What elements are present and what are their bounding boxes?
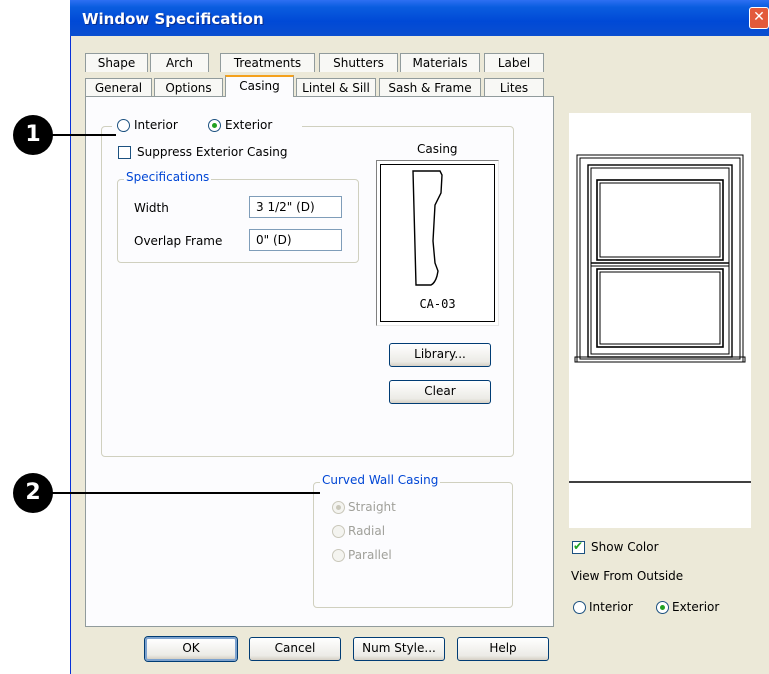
exterior-label: Exterior: [225, 118, 273, 132]
cancel-button[interactable]: Cancel: [249, 637, 341, 661]
view-exterior-radio[interactable]: [656, 601, 669, 614]
overlap-frame-label: Overlap Frame: [134, 234, 223, 248]
interior-radio[interactable]: [117, 119, 130, 132]
num-style-button[interactable]: Num Style...: [353, 637, 445, 661]
curved-wall-casing-legend: Curved Wall Casing: [320, 473, 441, 487]
casing-preview-title: Casing: [417, 142, 458, 156]
tab-sash-frame[interactable]: Sash & Frame: [379, 78, 481, 97]
interior-label: Interior: [134, 118, 178, 132]
callout-1-leader: [52, 134, 116, 136]
tab-label[interactable]: Label: [484, 53, 544, 72]
suppress-casing-label: Suppress Exterior Casing: [137, 145, 288, 159]
parallel-radio[interactable]: [332, 549, 345, 562]
casing-profile-name: CA-03: [419, 297, 456, 311]
radial-radio[interactable]: [332, 525, 345, 538]
tab-materials[interactable]: Materials: [400, 53, 480, 72]
view-from-outside-label: View From Outside: [571, 569, 684, 583]
straight-radio[interactable]: [332, 501, 345, 514]
view-interior-label: Interior: [589, 600, 633, 614]
straight-label: Straight: [348, 500, 396, 514]
specifications-legend: Specifications: [124, 170, 212, 184]
curved-wall-casing-group: [313, 482, 513, 608]
tab-casing[interactable]: Casing: [225, 75, 294, 97]
clear-button[interactable]: Clear: [389, 380, 491, 404]
view-exterior-label: Exterior: [672, 600, 720, 614]
exterior-radio[interactable]: [208, 119, 221, 132]
help-button[interactable]: Help: [457, 637, 549, 661]
tab-general[interactable]: General: [85, 78, 152, 97]
library-button[interactable]: Library...: [389, 343, 491, 367]
tab-options[interactable]: Options: [154, 78, 223, 97]
ok-button[interactable]: OK: [145, 637, 237, 661]
tab-shutters[interactable]: Shutters: [319, 53, 398, 72]
parallel-label: Parallel: [348, 548, 392, 562]
close-button[interactable]: ✕: [749, 7, 769, 29]
tab-lintel-sill[interactable]: Lintel & Sill: [296, 78, 376, 97]
callout-2: 2: [13, 473, 53, 513]
callout-1: 1: [13, 115, 53, 155]
casing-profile-preview: CA-03: [376, 160, 499, 326]
callout-2-leader: [52, 492, 320, 494]
radial-label: Radial: [348, 524, 386, 538]
width-label: Width: [134, 201, 169, 215]
tab-lites[interactable]: Lites: [484, 78, 544, 97]
window-title: Window Specification: [82, 10, 264, 28]
view-interior-radio[interactable]: [573, 601, 586, 614]
window-elevation-drawing: [569, 154, 751, 483]
overlap-frame-field[interactable]: 0" (D): [249, 229, 342, 251]
window-preview-pane: [569, 113, 751, 528]
suppress-casing-checkbox[interactable]: [118, 146, 131, 159]
tab-treatments[interactable]: Treatments: [220, 53, 315, 72]
width-field[interactable]: 3 1/2" (D): [249, 196, 342, 218]
tab-shape[interactable]: Shape: [85, 53, 148, 72]
tab-arch[interactable]: Arch: [150, 53, 209, 72]
show-color-label: Show Color: [591, 540, 659, 554]
show-color-checkbox[interactable]: [572, 539, 585, 554]
